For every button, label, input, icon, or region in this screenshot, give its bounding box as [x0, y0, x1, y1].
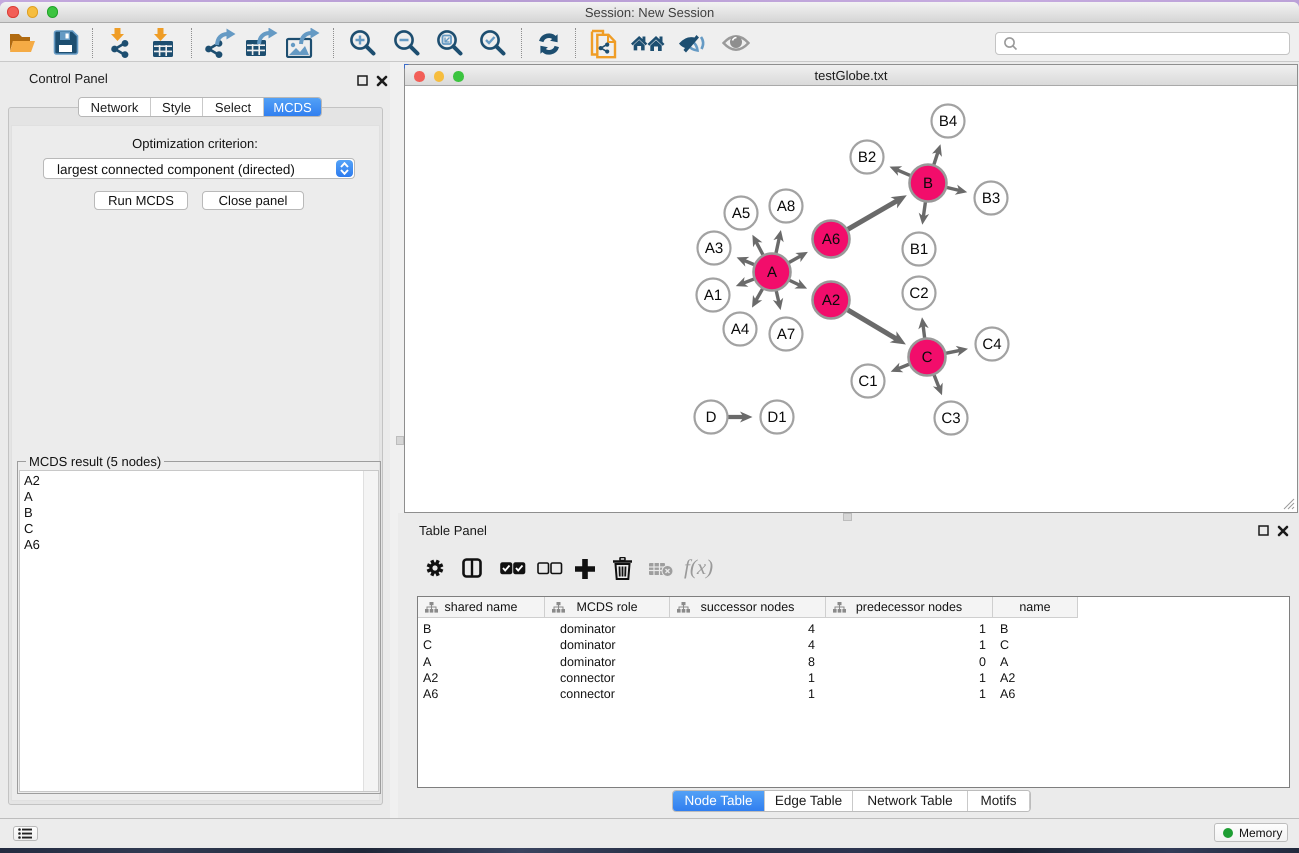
svg-text:A4: A4 — [731, 321, 749, 338]
svg-text:B1: B1 — [910, 241, 928, 258]
svg-text:D: D — [706, 409, 717, 426]
svg-text:A5: A5 — [732, 205, 750, 222]
svg-text:A: A — [767, 264, 777, 281]
svg-text:B: B — [923, 175, 933, 192]
svg-text:A7: A7 — [777, 326, 795, 343]
svg-text:D1: D1 — [767, 409, 786, 426]
svg-text:C: C — [922, 349, 933, 366]
svg-text:A8: A8 — [777, 198, 795, 215]
svg-text:C4: C4 — [982, 336, 1001, 353]
svg-text:B2: B2 — [858, 149, 876, 166]
svg-text:A6: A6 — [822, 231, 840, 248]
svg-text:C1: C1 — [858, 373, 877, 390]
svg-text:A3: A3 — [705, 240, 723, 257]
svg-text:B4: B4 — [939, 113, 957, 130]
svg-text:B3: B3 — [982, 190, 1000, 207]
svg-text:A2: A2 — [822, 292, 840, 309]
svg-text:C3: C3 — [941, 410, 960, 427]
svg-text:A1: A1 — [704, 287, 722, 304]
svg-text:C2: C2 — [909, 285, 928, 302]
